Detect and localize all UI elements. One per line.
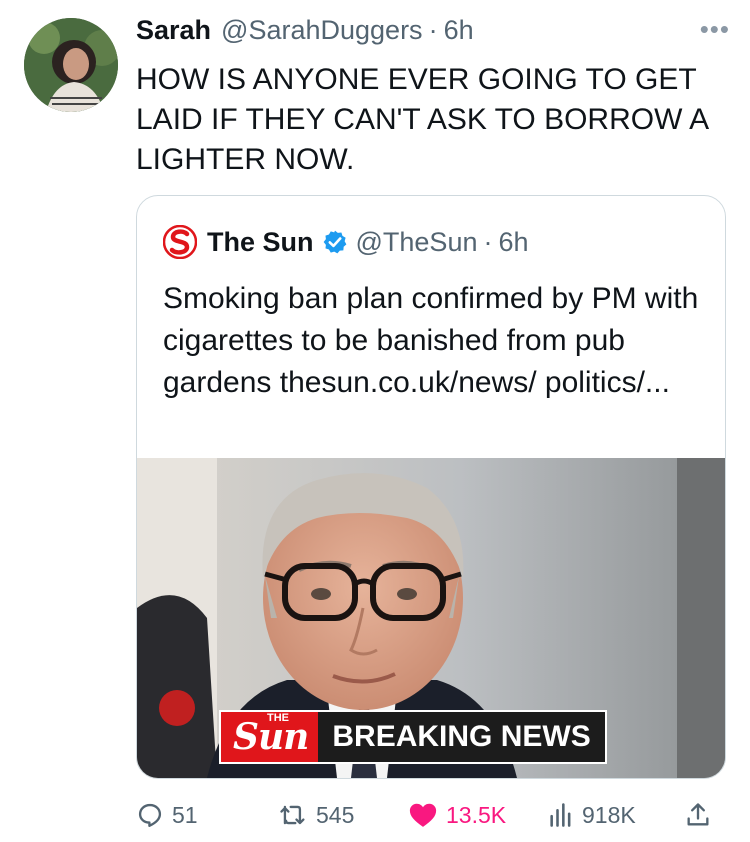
- tweet-header: Sarah @SarahDuggers · 6h •••: [136, 12, 730, 48]
- like-button[interactable]: 13.5K: [408, 797, 506, 833]
- share-button[interactable]: [684, 797, 720, 833]
- the-sun-banner-logo: THE Sun: [221, 712, 318, 762]
- verified-badge-icon: [323, 230, 346, 254]
- banner-brand-small: THE: [267, 712, 289, 724]
- more-dots-icon[interactable]: •••: [700, 14, 730, 45]
- quoted-tweet-time[interactable]: 6h: [498, 227, 528, 258]
- tweet-text: HOW IS ANYONE EVER GOING TO GET LAID IF …: [136, 63, 708, 176]
- breaking-news-banner: THE Sun BREAKING NEWS: [219, 710, 607, 764]
- quoted-tweet-header: The Sun @TheSun · 6h: [163, 224, 529, 260]
- quoted-tweet-image[interactable]: THE Sun BREAKING NEWS: [137, 458, 725, 778]
- heart-filled-icon: [409, 803, 437, 827]
- the-sun-logo-icon[interactable]: [163, 225, 197, 259]
- repost-button[interactable]: 545: [278, 797, 354, 833]
- quoted-tweet[interactable]: The Sun @TheSun · 6h Smoking ban plan co…: [136, 195, 726, 779]
- quoted-author-handle[interactable]: @TheSun: [356, 227, 478, 258]
- repost-count: 545: [316, 801, 355, 828]
- reply-count: 51: [172, 801, 198, 828]
- like-count: 13.5K: [446, 801, 507, 828]
- author-name[interactable]: Sarah: [136, 15, 211, 46]
- author-avatar[interactable]: [24, 18, 118, 112]
- reply-button[interactable]: 51: [136, 797, 198, 833]
- view-count: 918K: [582, 801, 636, 828]
- repost-icon: [280, 805, 305, 825]
- reply-icon: [138, 803, 162, 828]
- share-icon: [687, 803, 709, 826]
- views-button[interactable]: 918K: [548, 797, 636, 833]
- tweet-time[interactable]: 6h: [444, 15, 474, 46]
- banner-text: BREAKING NEWS: [318, 712, 605, 762]
- tweet-actions: 51 545 13.5K 918K: [136, 797, 726, 833]
- author-handle[interactable]: @SarahDuggers: [221, 15, 423, 46]
- quoted-tweet-text: Smoking ban plan confirmed by PM with ci…: [163, 282, 699, 399]
- quoted-separator-dot: ·: [483, 226, 493, 257]
- separator-dot: ·: [428, 14, 438, 45]
- views-chart-icon: [550, 803, 571, 827]
- quoted-author-name[interactable]: The Sun: [207, 227, 314, 258]
